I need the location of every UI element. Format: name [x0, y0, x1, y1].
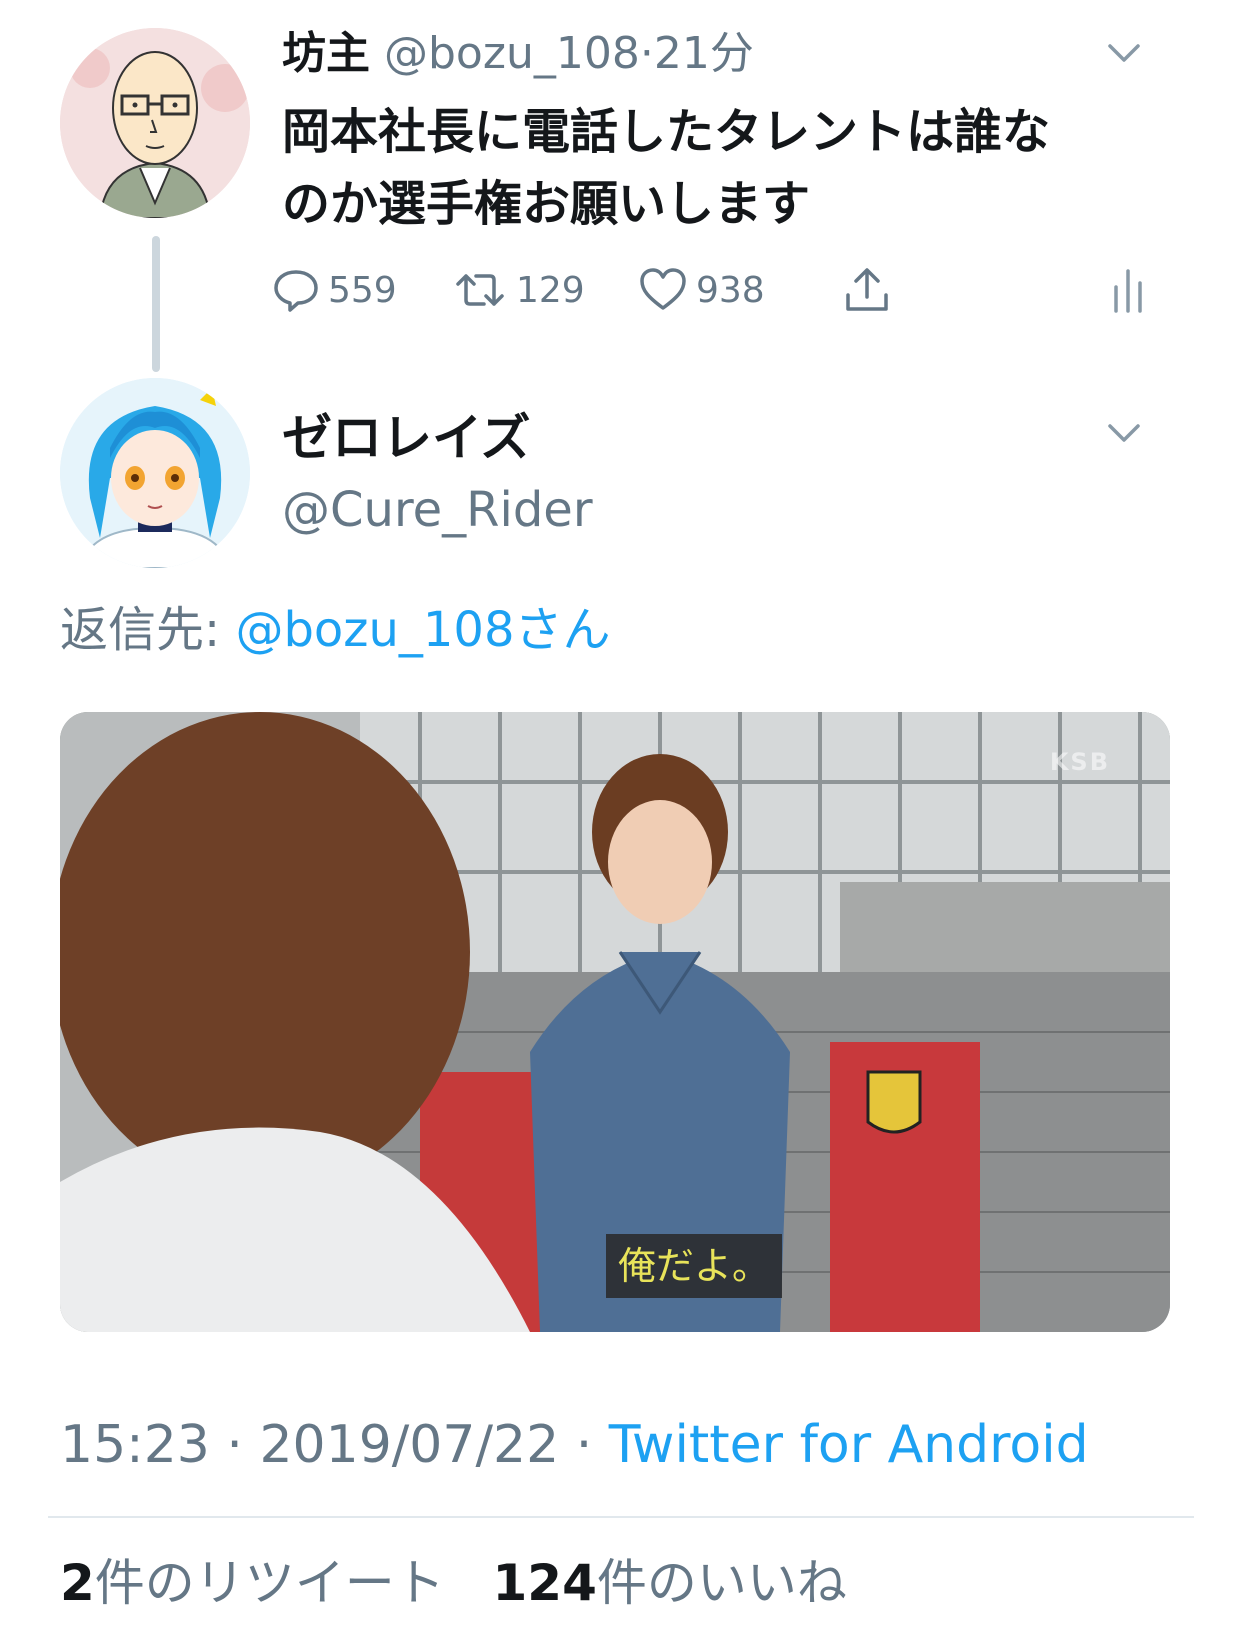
retweets-stat[interactable]: 2件のリツイート [60, 1554, 445, 1612]
chevron-down-icon[interactable] [1104, 32, 1144, 72]
share-icon [846, 268, 888, 311]
parent-tweet-text-line1: 岡本社長に電話したタレントは誰な [282, 104, 1051, 160]
tweet-date: 2019/07/22 [259, 1415, 560, 1475]
parent-author-handle[interactable]: @bozu_108 [384, 28, 640, 79]
like-count: 938 [696, 269, 765, 311]
avatar-illustration-icon [60, 28, 250, 218]
chevron-down-icon[interactable] [1104, 412, 1144, 452]
like-button[interactable]: 938 [638, 262, 765, 318]
parent-tweet-time: 21分 [653, 28, 754, 79]
dot-separator: · [575, 1415, 593, 1475]
like-stat-count: 124 [492, 1554, 597, 1612]
share-button[interactable] [842, 262, 900, 318]
likes-stat[interactable]: 124件のいいね [492, 1554, 846, 1612]
avatar-cure-rider[interactable] [60, 378, 250, 568]
media-watermark: KSB [1049, 748, 1110, 776]
parent-tweet-text-line2: のか選手権お願いします [282, 176, 811, 232]
retweet-icon [456, 274, 504, 306]
retweet-stat-count: 2 [60, 1554, 95, 1612]
reply-author-handle[interactable]: @Cure_Rider [282, 478, 593, 542]
reply-icon [274, 270, 318, 312]
tweet-source-link[interactable]: Twitter for Android [609, 1415, 1089, 1475]
thread-connector-line [152, 236, 160, 372]
tweet-time: 15:23 [60, 1415, 210, 1475]
parent-tweet-actions: 559 129 938 [274, 262, 1162, 318]
retweet-count: 129 [516, 269, 585, 311]
parent-author-name[interactable]: 坊主 [282, 28, 370, 79]
divider [48, 1516, 1194, 1518]
parent-tweet-text: 岡本社長に電話したタレントは誰な のか選手権お願いします [282, 96, 1162, 240]
parent-tweet-header: 坊主 @bozu_108·21分 [282, 22, 754, 86]
analytics-button[interactable] [1108, 262, 1156, 318]
replying-to-label: 返信先: [60, 602, 236, 658]
dot-separator: · [639, 28, 654, 79]
replying-to: 返信先: @bozu_108さん [60, 598, 611, 662]
like-stat-label: 件のいいね [596, 1554, 847, 1612]
reply-count: 559 [328, 269, 397, 311]
tweet-media-image[interactable]: KSB 俺だよ。 [60, 712, 1170, 1332]
analytics-icon [1114, 269, 1142, 313]
tweet-meta: 15:23 · 2019/07/22 · Twitter for Android [60, 1410, 1089, 1480]
dot-separator: · [226, 1415, 243, 1475]
replying-to-mention[interactable]: @bozu_108さん [235, 602, 610, 658]
heart-icon [640, 268, 686, 310]
retweet-stat-label: 件のリツイート [94, 1554, 445, 1612]
avatar-anime-character-icon [60, 378, 250, 568]
avatar-bozu[interactable] [60, 28, 250, 218]
reply-button[interactable]: 559 [272, 262, 397, 318]
reply-author-name[interactable]: ゼロレイズ [282, 406, 531, 470]
media-subtitle: 俺だよ。 [606, 1234, 783, 1298]
retweet-button[interactable]: 129 [452, 262, 585, 318]
tweet-stats: 2件のリツイート 124件のいいね [60, 1548, 847, 1618]
